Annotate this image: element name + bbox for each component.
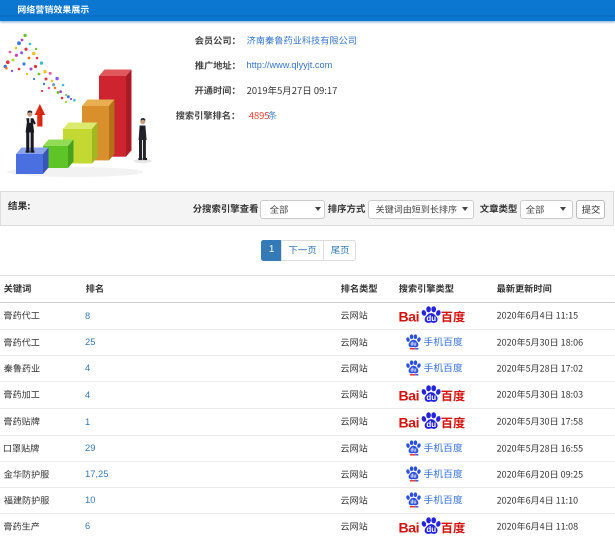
svg-text:du: du: [410, 368, 416, 374]
svg-text:Bai: Bai: [399, 415, 419, 431]
svg-text:du: du: [410, 342, 416, 348]
svg-text:Bai: Bai: [399, 388, 419, 404]
svg-text:du: du: [426, 393, 436, 402]
svg-text:du: du: [410, 500, 416, 506]
svg-text:du: du: [426, 314, 436, 323]
svg-text:du: du: [410, 474, 416, 480]
svg-text:Bai: Bai: [399, 309, 419, 325]
svg-text:du: du: [410, 448, 416, 454]
svg-text:Bai: Bai: [399, 519, 419, 535]
svg-text:du: du: [426, 420, 436, 429]
svg-text:du: du: [426, 525, 436, 534]
